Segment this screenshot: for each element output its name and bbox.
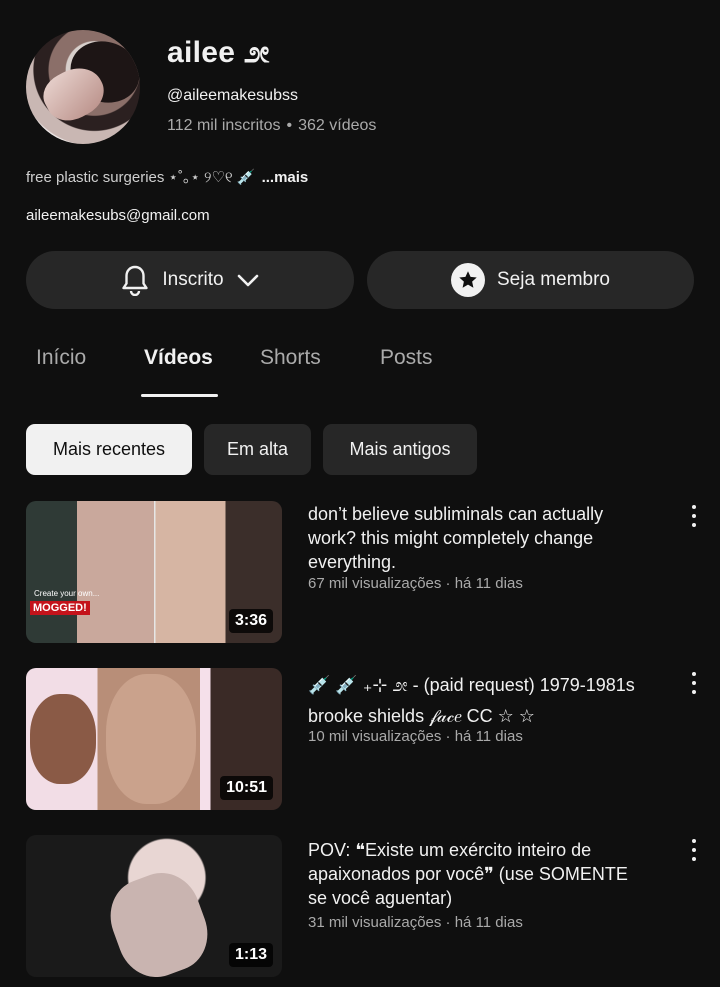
- subscriber-count: 112 mil inscritos: [167, 117, 281, 134]
- subscribed-button[interactable]: Inscrito: [26, 251, 354, 309]
- more-link[interactable]: ...mais: [262, 169, 309, 186]
- more-options-icon[interactable]: [688, 839, 700, 861]
- star-badge-icon: [451, 263, 485, 297]
- tab-home[interactable]: Início: [36, 346, 86, 370]
- video-title[interactable]: don’t believe subliminals can actually w…: [308, 502, 668, 574]
- channel-stats: 112 mil inscritos • 362 vídeos: [167, 117, 376, 135]
- more-options-icon[interactable]: [688, 505, 700, 527]
- video-title-line: apaixonados por você❞ (use SOMENTE: [308, 864, 628, 884]
- video-thumbnail[interactable]: 10:51: [26, 668, 282, 810]
- active-tab-indicator: [141, 394, 218, 397]
- tab-videos[interactable]: Vídeos: [144, 346, 213, 370]
- tab-shorts[interactable]: Shorts: [260, 346, 321, 370]
- subscribed-label: Inscrito: [162, 269, 224, 290]
- tab-posts[interactable]: Posts: [380, 346, 433, 370]
- video-title-line: everything.: [308, 552, 397, 572]
- video-duration: 10:51: [220, 776, 273, 800]
- chevron-down-icon: [236, 272, 260, 288]
- video-meta: 10 mil visualizações · há 11 dias: [308, 728, 523, 745]
- video-count: 362 vídeos: [298, 117, 377, 134]
- channel-name: ailee ೨ೕ: [167, 36, 270, 69]
- video-thumbnail[interactable]: Create your own... MOGGED! 3:36: [26, 501, 282, 643]
- thumbnail-face: [106, 674, 196, 804]
- video-title-line: 💉 💉 ₊⊹ ೨ೕ ‐ (paid request) 1979-1981s: [308, 675, 635, 695]
- thumbnail-hand: [99, 862, 219, 977]
- video-title-line: POV: ❝Existe um exército inteiro de: [308, 840, 592, 860]
- channel-handle: @aileemakesubss: [167, 87, 298, 104]
- more-options-icon[interactable]: [688, 672, 700, 694]
- video-title[interactable]: 💉 💉 ₊⊹ ೨ೕ ‐ (paid request) 1979-1981s br…: [308, 670, 678, 732]
- separator-dot: •: [286, 117, 293, 134]
- description-text: free plastic surgeries ⋆˚｡⋆ ୨♡୧ 💉: [26, 169, 256, 186]
- chip-latest[interactable]: Mais recentes: [26, 424, 192, 475]
- video-duration: 1:13: [228, 943, 273, 967]
- video-meta: 67 mil visualizações · há 11 dias: [308, 575, 523, 592]
- channel-avatar[interactable]: [26, 30, 140, 144]
- chip-oldest[interactable]: Mais antigos: [323, 424, 477, 475]
- video-meta: 31 mil visualizações · há 11 dias: [308, 914, 523, 931]
- join-member-button[interactable]: Seja membro: [367, 251, 694, 309]
- channel-email[interactable]: aileemakesubs@gmail.com: [26, 207, 210, 224]
- channel-description[interactable]: free plastic surgeries ⋆˚｡⋆ ୨♡୧ 💉 ...mais: [26, 166, 308, 187]
- bell-icon: [120, 264, 150, 296]
- thumbnail-label: MOGGED!: [30, 601, 90, 615]
- video-thumbnail[interactable]: 1:13: [26, 835, 282, 977]
- video-title[interactable]: POV: ❝Existe um exército inteiro de apai…: [308, 838, 668, 910]
- video-duration: 3:36: [228, 609, 273, 633]
- thumbnail-caption: Create your own...: [34, 589, 100, 598]
- video-title-line: don’t believe subliminals can actually: [308, 504, 604, 524]
- member-label: Seja membro: [497, 269, 610, 290]
- video-title-line: se você aguentar): [308, 888, 453, 908]
- thumbnail-face: [30, 694, 96, 784]
- chip-popular[interactable]: Em alta: [204, 424, 311, 475]
- video-title-line: work? this might completely change: [308, 528, 594, 548]
